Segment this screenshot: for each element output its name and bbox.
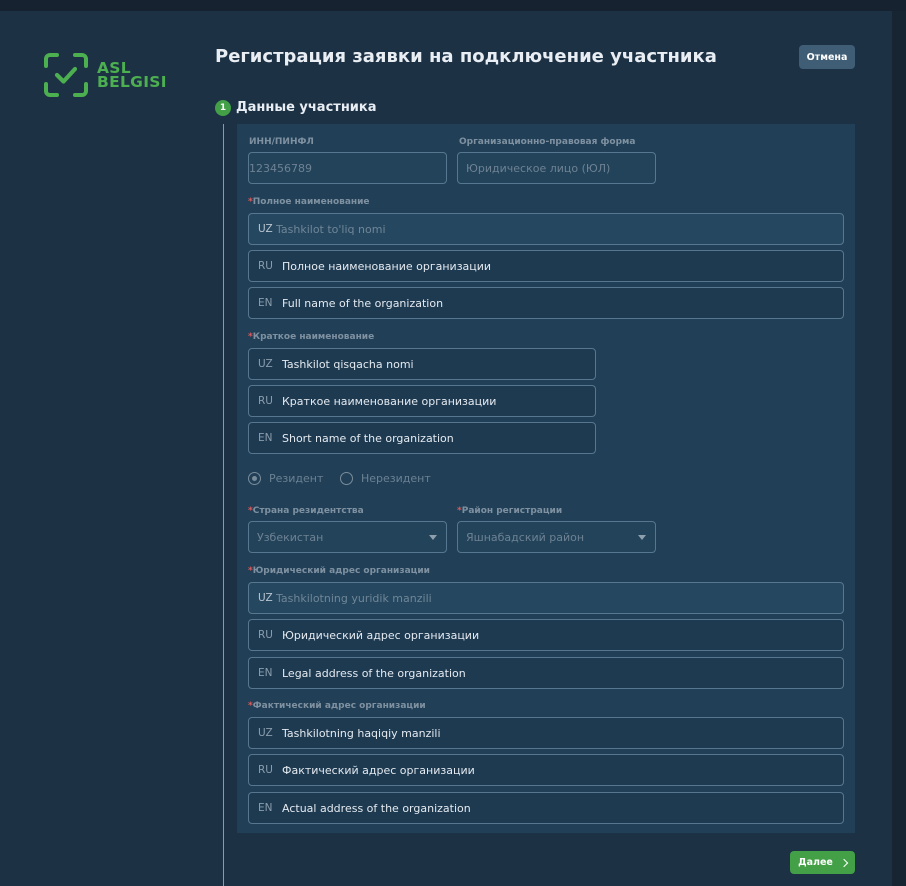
chevron-down-icon <box>638 534 646 540</box>
lang-tag-ru: RU <box>258 260 273 272</box>
full-name-ru-input[interactable]: RU Полное наименование организации <box>248 250 844 282</box>
radio-checked-icon <box>248 472 261 485</box>
full-name-uz-value: Tashkilot to'liq nomi <box>276 222 386 236</box>
short-name-en-input[interactable]: EN Short name of the organization <box>248 422 596 454</box>
lang-tag-uz: UZ <box>258 223 273 235</box>
scrollbar-track[interactable] <box>892 11 906 886</box>
org-form-value: Юридическое лицо (ЮЛ) <box>466 161 611 175</box>
actual-address-label: *Фактический адрес организации <box>248 701 426 711</box>
top-bar <box>0 0 906 11</box>
full-name-uz-input[interactable]: UZ Tashkilot to'liq nomi <box>248 213 844 245</box>
chevron-right-icon <box>839 858 849 867</box>
legal-address-uz-value: Tashkilotning yuridik manzili <box>276 591 432 605</box>
next-label: Далее <box>798 857 833 868</box>
legal-address-label: *Юридический адрес организации <box>248 566 430 576</box>
short-name-label: *Краткое наименование <box>248 332 375 342</box>
resident-label: Резидент <box>269 472 324 485</box>
actual-address-en-value: Actual address of the organization <box>282 801 471 815</box>
inn-field[interactable]: 123456789 <box>248 152 447 184</box>
full-name-ru-value: Полное наименование организации <box>282 259 492 273</box>
legal-address-label-text: Юридический адрес организации <box>252 566 430 576</box>
next-button[interactable]: Далее <box>790 851 855 874</box>
lang-tag-ru: RU <box>258 629 273 641</box>
actual-address-ru-input[interactable]: RU Фактический адрес организации <box>248 754 844 786</box>
lang-tag-en: EN <box>258 802 273 814</box>
lang-tag-en: EN <box>258 432 273 444</box>
legal-address-en-input[interactable]: EN Legal address of the organization <box>248 657 844 689</box>
lang-tag-en: EN <box>258 667 273 679</box>
district-label: *Район регистрации <box>457 506 563 516</box>
inn-value: 123456789 <box>249 161 312 175</box>
country-label-text: Страна резидентства <box>252 506 364 516</box>
short-name-ru-input[interactable]: RU Краткое наименование организации <box>248 385 596 417</box>
org-form-field[interactable]: Юридическое лицо (ЮЛ) <box>457 152 656 184</box>
legal-address-en-value: Legal address of the organization <box>282 666 466 680</box>
lang-tag-ru: RU <box>258 764 273 776</box>
resident-radio[interactable]: Резидент <box>248 472 323 485</box>
country-label: *Страна резидентства <box>248 506 364 516</box>
full-name-en-value: Full name of the organization <box>282 296 444 310</box>
country-select[interactable]: Узбекистан <box>248 521 447 553</box>
short-name-label-text: Краткое наименование <box>252 332 375 342</box>
actual-address-ru-value: Фактический адрес организации <box>282 763 475 777</box>
radio-unchecked-icon <box>340 472 353 485</box>
actual-address-en-input[interactable]: EN Actual address of the organization <box>248 792 844 824</box>
full-name-label: *Полное наименование <box>248 197 370 207</box>
asl-belgisi-logo: ASL BELGISI <box>44 53 167 97</box>
legal-address-ru-value: Юридический адрес организации <box>282 628 480 642</box>
logo-line2: BELGISI <box>97 73 167 91</box>
lang-tag-en: EN <box>258 297 273 309</box>
full-name-en-input[interactable]: EN Full name of the organization <box>248 287 844 319</box>
legal-address-ru-input[interactable]: RU Юридический адрес организации <box>248 619 844 651</box>
step-title: Данные участника <box>236 100 377 115</box>
country-value: Узбекистан <box>257 530 324 544</box>
legal-address-uz-input[interactable]: UZ Tashkilotning yuridik manzili <box>248 582 844 614</box>
cancel-button[interactable]: Отмена <box>799 45 855 69</box>
short-name-uz-input[interactable]: UZ Tashkilot qisqacha nomi <box>248 348 596 380</box>
lang-tag-uz: UZ <box>258 358 273 370</box>
actual-address-uz-input[interactable]: UZ Tashkilotning haqiqiy manzili <box>248 717 844 749</box>
actual-address-label-text: Фактический адрес организации <box>252 701 426 711</box>
short-name-en-value: Short name of the organization <box>282 431 454 445</box>
step-number-badge: 1 <box>215 100 231 116</box>
short-name-ru-value: Краткое наименование организации <box>282 394 497 408</box>
district-label-text: Район регистрации <box>461 506 563 516</box>
step-connector-line <box>223 124 224 886</box>
district-select[interactable]: Яшнабадский район <box>457 521 656 553</box>
logo-check-icon <box>44 53 88 97</box>
inn-label: ИНН/ПИНФЛ <box>249 137 314 147</box>
actual-address-uz-value: Tashkilotning haqiqiy manzili <box>282 726 441 740</box>
chevron-down-icon <box>429 534 437 540</box>
lang-tag-ru: RU <box>258 395 273 407</box>
logo-text: ASL BELGISI <box>97 60 167 91</box>
full-name-label-text: Полное наименование <box>252 197 370 207</box>
nonresident-radio[interactable]: Нерезидент <box>340 472 431 485</box>
nonresident-label: Нерезидент <box>361 472 431 485</box>
district-value: Яшнабадский район <box>466 530 585 544</box>
short-name-uz-value: Tashkilot qisqacha nomi <box>282 357 414 371</box>
lang-tag-uz: UZ <box>258 592 273 604</box>
page-title: Регистрация заявки на подключение участн… <box>215 46 717 67</box>
org-form-label: Организационно-правовая форма <box>459 137 636 147</box>
lang-tag-uz: UZ <box>258 727 273 739</box>
